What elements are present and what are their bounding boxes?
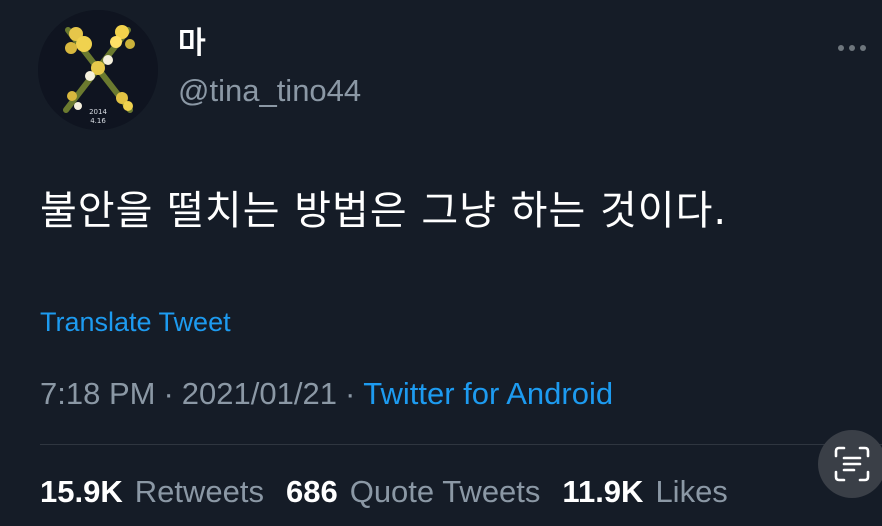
- retweets-label: Retweets: [134, 474, 264, 509]
- more-options-icon[interactable]: [838, 38, 882, 58]
- translate-tweet-link[interactable]: Translate Tweet: [40, 305, 231, 339]
- likes-label: Likes: [655, 474, 728, 509]
- tweet-text: 불안을 떨치는 방법은 그냥 하는 것이다.: [40, 188, 728, 234]
- scan-text-icon: [834, 446, 870, 482]
- separator: ·: [344, 376, 356, 411]
- tweet-source-link[interactable]: Twitter for Android: [363, 376, 613, 411]
- svg-text:4.16: 4.16: [90, 117, 106, 125]
- dot: [838, 45, 844, 51]
- retweets-stat[interactable]: 15.9K Retweets: [40, 472, 264, 512]
- separator: ·: [163, 376, 174, 411]
- scan-text-button[interactable]: [818, 430, 882, 498]
- user-handle[interactable]: @tina_tino44: [178, 72, 361, 110]
- display-name[interactable]: 마: [178, 26, 206, 62]
- likes-count: 11.9K: [562, 474, 644, 509]
- tweet-date: 2021/01/21: [181, 376, 337, 411]
- retweets-count: 15.9K: [40, 474, 123, 509]
- dot: [860, 45, 866, 51]
- avatar-image: 2014 4.16: [38, 10, 158, 130]
- likes-stat[interactable]: 11.9K Likes: [562, 472, 727, 512]
- tweet-meta: 7:18 PM · 2021/01/21 · Twitter for Android: [40, 374, 613, 414]
- svg-text:2014: 2014: [89, 108, 107, 116]
- quote-tweets-stat[interactable]: 686 Quote Tweets: [286, 472, 540, 512]
- avatar[interactable]: 2014 4.16: [38, 10, 158, 130]
- quote-tweets-label: Quote Tweets: [349, 474, 541, 509]
- divider: [40, 444, 882, 445]
- tweet-time: 7:18 PM: [40, 376, 156, 411]
- dot: [849, 45, 855, 51]
- quote-tweets-count: 686: [285, 474, 338, 509]
- tweet-stats: 15.9K Retweets 686 Quote Tweets 11.9K Li…: [40, 472, 750, 512]
